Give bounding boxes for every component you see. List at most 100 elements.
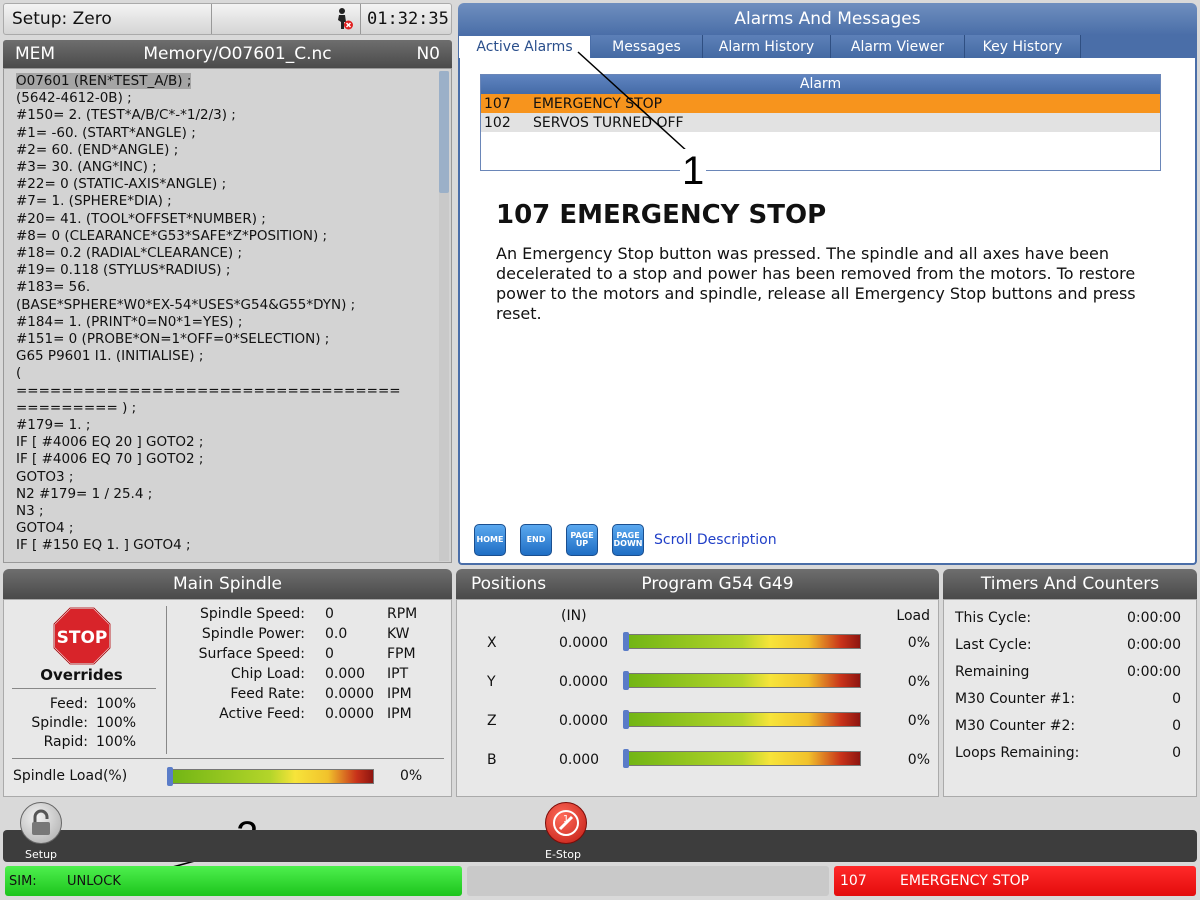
override-label: Feed: — [49, 696, 88, 712]
axis-load-bar — [623, 671, 861, 690]
position-row: B 0.000 0% — [457, 749, 940, 772]
divider — [12, 688, 156, 689]
axis-label: Y — [487, 674, 496, 690]
axis-load-value: 0% — [907, 635, 930, 651]
positions-panel-title: Positions Program G54 G49 — [456, 569, 939, 599]
axis-load-marker — [623, 632, 629, 651]
spindle-stat-unit: FPM — [387, 646, 416, 662]
timer-row: This Cycle: 0:00:00 — [955, 610, 1181, 626]
axis-value: 0.0000 — [559, 674, 608, 690]
position-row: Z 0.0000 0% — [457, 710, 940, 733]
timers-panel: This Cycle: 0:00:00 Last Cycle: 0:00:00 Rema… — [943, 599, 1197, 797]
axis-value: 0.0000 — [559, 635, 608, 651]
override-row: Feed: 100% — [4, 696, 142, 712]
spindle-stat-label: Surface Speed: — [198, 646, 305, 662]
spindle-panel-title: Main Spindle — [3, 569, 452, 599]
setup-label: Setup — [25, 848, 58, 861]
timer-row: Remaining 0:00:00 — [955, 664, 1181, 680]
axis-load-value: 0% — [907, 674, 930, 690]
override-row: Rapid: 100% — [4, 734, 142, 750]
sim-value: UNLOCK — [67, 873, 121, 889]
spindle-stat-unit: KW — [387, 626, 410, 642]
spindle-stat-label: Feed Rate: — [230, 686, 305, 702]
bottom-toolbar — [3, 830, 1197, 862]
spindle-stat-row: Surface Speed: 0 FPM — [169, 646, 449, 662]
spindle-stat-row: Chip Load: 0.000 IPT — [169, 666, 449, 682]
divider — [12, 758, 444, 759]
positions-units: (IN) — [561, 608, 587, 624]
override-label: Rapid: — [43, 734, 88, 750]
spindle-stat-value: 0.000 — [325, 666, 366, 682]
axis-load-marker — [623, 671, 629, 690]
timer-value: 0 — [1172, 718, 1181, 734]
timer-label: M30 Counter #1: — [955, 691, 1076, 707]
sim-key: SIM: — [9, 873, 37, 889]
spindle-stat-row: Feed Rate: 0.0000 IPM — [169, 686, 449, 702]
timer-row: Loops Remaining: 0 — [955, 745, 1181, 761]
active-alarm-text: EMERGENCY STOP — [900, 873, 1030, 889]
spindle-stat-label: Active Feed: — [219, 706, 305, 722]
spindle-stat-label: Chip Load: — [230, 666, 305, 682]
positions-title: Positions — [471, 574, 547, 594]
axis-value: 0.0000 — [559, 713, 608, 729]
axis-label: X — [487, 635, 497, 651]
axis-load-value: 0% — [907, 752, 930, 768]
spindle-stat-label: Spindle Speed: — [200, 606, 305, 622]
spindle-stat-row: Spindle Speed: 0 RPM — [169, 606, 449, 622]
emergency-stop-icon[interactable]: 1 — [545, 802, 587, 844]
callout-line-1 — [577, 51, 689, 153]
positions-load-header: Load — [896, 608, 930, 624]
divider — [166, 606, 167, 754]
spindle-panel: STOP Overrides Feed: 100% Spindle: 100% … — [3, 599, 452, 797]
override-value: 100% — [96, 734, 137, 750]
spindle-load-value: 0% — [400, 768, 423, 784]
spindle-load-bar — [167, 767, 374, 786]
override-value: 100% — [96, 715, 137, 731]
stop-sign-icon: STOP — [52, 606, 112, 670]
axis-label: Z — [487, 713, 497, 729]
timer-label: Loops Remaining: — [955, 745, 1080, 761]
active-alarm-status[interactable]: 107 EMERGENCY STOP — [834, 866, 1196, 896]
axis-load-bar — [623, 749, 861, 768]
timer-value: 0:00:00 — [1127, 664, 1181, 680]
spindle-stat-unit: IPM — [387, 706, 412, 722]
stop-sign-text: STOP — [57, 628, 108, 648]
estop-label: E-Stop — [545, 848, 581, 861]
sim-status: SIM: UNLOCK — [5, 866, 462, 896]
position-row: Y 0.0000 0% — [457, 671, 940, 694]
status-message-area — [467, 866, 829, 896]
axis-load-bar — [623, 710, 861, 729]
spindle-stat-value: 0.0 — [325, 626, 348, 642]
lock-icon[interactable] — [20, 802, 62, 844]
axis-label: B — [487, 752, 497, 768]
timer-row: M30 Counter #1: 0 — [955, 691, 1181, 707]
active-alarm-number: 107 — [840, 873, 867, 889]
timers-panel-title: Timers And Counters — [943, 569, 1197, 599]
override-value: 100% — [96, 696, 137, 712]
timer-row: M30 Counter #2: 0 — [955, 718, 1181, 734]
position-row: X 0.0000 0% — [457, 632, 940, 655]
positions-panel: (IN) Load X 0.0000 0% Y 0.0000 0% Z 0.0000 0% B 0.… — [456, 599, 939, 797]
timer-value: 0 — [1172, 745, 1181, 761]
axis-load-marker — [623, 749, 629, 768]
positions-program: Program G54 G49 — [641, 574, 794, 594]
axis-load-marker — [623, 710, 629, 729]
spindle-stat-value: 0.0000 — [325, 706, 374, 722]
timer-label: M30 Counter #2: — [955, 718, 1076, 734]
axis-load-value: 0% — [907, 713, 930, 729]
timer-label: Remaining — [955, 664, 1030, 680]
spindle-load-marker — [167, 767, 173, 786]
timer-value: 0 — [1172, 691, 1181, 707]
spindle-stat-value: 0.0000 — [325, 686, 374, 702]
svg-text:1: 1 — [563, 814, 569, 825]
spindle-load-label: Spindle Load(%) — [13, 768, 128, 784]
axis-value: 0.000 — [559, 752, 600, 768]
spindle-stat-value: 0 — [325, 606, 334, 622]
timer-value: 0:00:00 — [1127, 637, 1181, 653]
spindle-stat-unit: IPT — [387, 666, 409, 682]
axis-load-bar — [623, 632, 861, 651]
timer-row: Last Cycle: 0:00:00 — [955, 637, 1181, 653]
override-label: Spindle: — [31, 715, 88, 731]
spindle-stat-row: Spindle Power: 0.0 KW — [169, 626, 449, 642]
timer-value: 0:00:00 — [1127, 610, 1181, 626]
